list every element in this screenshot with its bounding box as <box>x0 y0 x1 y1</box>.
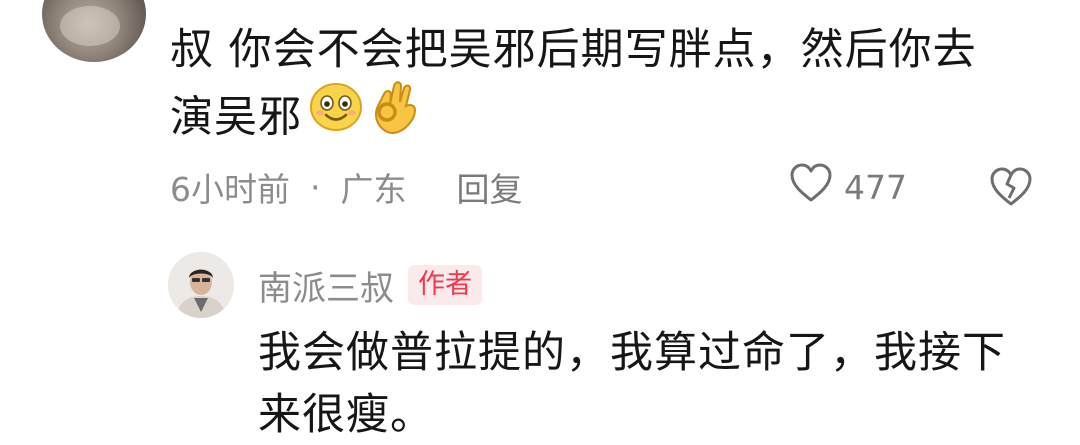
comment-body: 叔 你会不会把吴邪后期写胖点，然后你去 演吴邪 <box>170 18 1050 158</box>
comment-time: 6小时前 <box>170 170 290 209</box>
comment-line-2: 演吴邪 <box>170 80 1050 158</box>
author-badge: 作者 <box>408 265 482 305</box>
smile-emoji-icon <box>308 80 364 152</box>
reply-line-2: 来很瘦。 <box>258 390 434 440</box>
reply-button[interactable]: 回复 <box>457 163 523 211</box>
reply-line-1: 我会做普拉提的，我算过命了，我接下 <box>258 328 1006 378</box>
avatar-shade <box>60 6 120 46</box>
comment-location: 广东 <box>340 170 407 209</box>
meta-separator: · <box>310 167 321 207</box>
commenter-avatar[interactable] <box>42 0 146 62</box>
heart-icon <box>788 162 834 212</box>
author-name[interactable]: 南派三叔 <box>258 261 394 310</box>
comment-line-2-text: 演吴邪 <box>170 92 302 143</box>
comment-meta: 6小时前 · 广东 回复 <box>170 163 523 211</box>
comment-thread: 叔 你会不会把吴邪后期写胖点，然后你去 演吴邪 6小时前 · 广东 回复 477… <box>0 0 1080 445</box>
ok-hand-emoji-icon <box>370 78 422 154</box>
like-count: 477 <box>844 167 907 207</box>
broken-heart-icon[interactable] <box>988 166 1034 212</box>
reply-body: 我会做普拉提的，我算过命了，我接下 来很瘦。 <box>258 322 1048 445</box>
author-avatar[interactable] <box>168 252 234 318</box>
comment-line-1: 叔 你会不会把吴邪后期写胖点，然后你去 <box>170 25 977 75</box>
reply-header: 南派三叔 作者 <box>258 261 482 310</box>
like-button[interactable]: 477 <box>788 163 907 211</box>
